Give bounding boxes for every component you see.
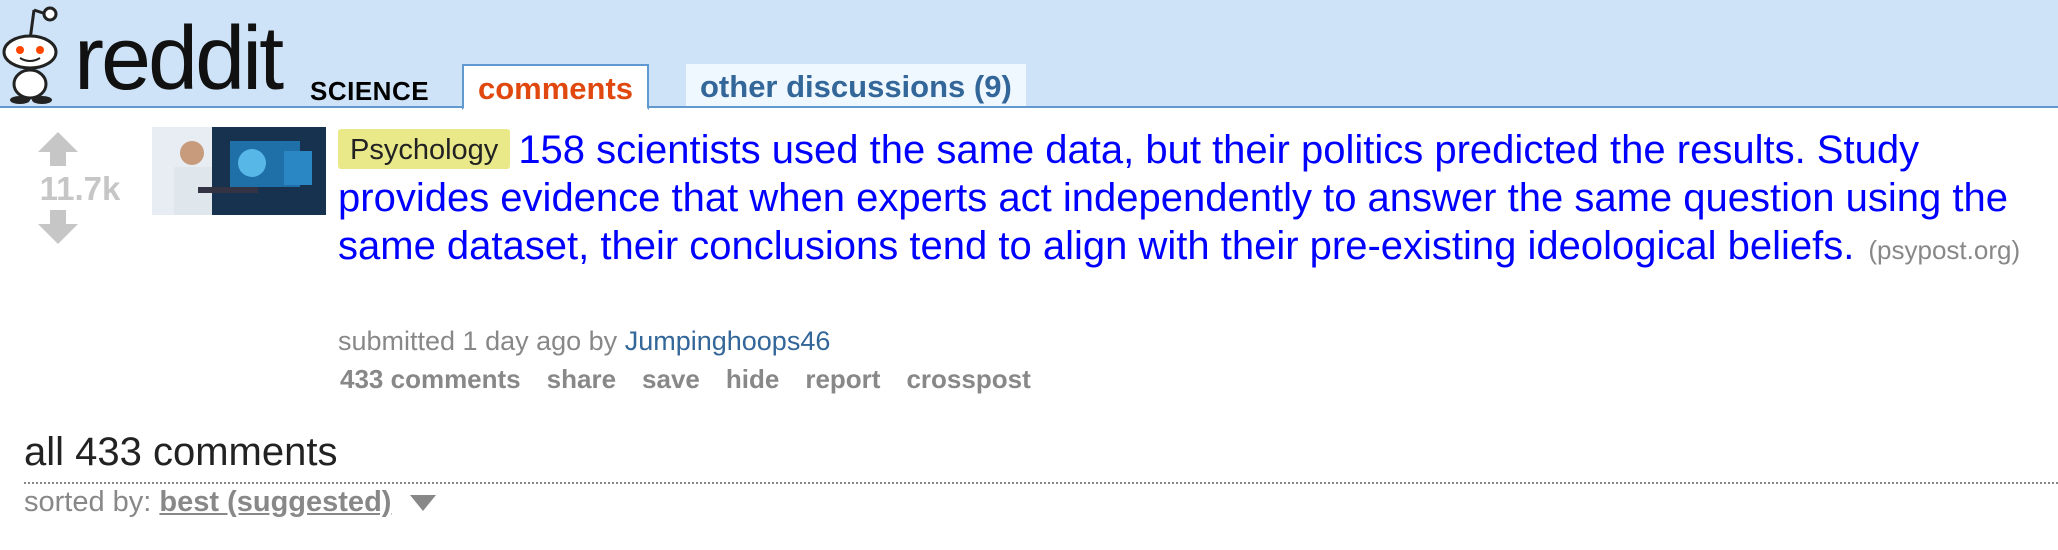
sort-label: sorted by: bbox=[24, 486, 152, 518]
downvote-arrow-icon[interactable] bbox=[38, 210, 78, 244]
subreddit-name[interactable]: SCIENCE bbox=[310, 76, 429, 107]
tab-other-discussions[interactable]: other discussions (9) bbox=[686, 64, 1026, 106]
section-divider bbox=[24, 482, 2058, 484]
thumbnail-image bbox=[152, 127, 326, 215]
sort-dropdown[interactable]: best (suggested) bbox=[159, 486, 391, 518]
post-flair[interactable]: Psychology bbox=[338, 129, 511, 169]
comments-count-heading: all 433 comments bbox=[24, 430, 338, 474]
crosspost-button[interactable]: crosspost bbox=[906, 364, 1030, 395]
reddit-wordmark: reddit bbox=[74, 9, 284, 109]
post-tagline: submitted 1 day ago by Jumpinghoops46 bbox=[338, 326, 830, 357]
share-button[interactable]: share bbox=[547, 364, 616, 395]
post-buttons: 433 comments share save hide report cros… bbox=[340, 364, 1031, 395]
snoo-icon bbox=[2, 6, 58, 104]
comment-sort: sorted by: best (suggested) bbox=[24, 486, 436, 519]
post-title-block: Psychology 158 scientists used the same d… bbox=[338, 126, 2038, 274]
tagline-prefix: submitted 1 day ago by bbox=[338, 326, 618, 356]
report-button[interactable]: report bbox=[805, 364, 880, 395]
post-score: 11.7k bbox=[39, 170, 121, 207]
chevron-down-icon[interactable] bbox=[409, 495, 436, 512]
save-button[interactable]: save bbox=[642, 364, 700, 395]
post-thumbnail[interactable] bbox=[152, 127, 326, 215]
hide-button[interactable]: hide bbox=[726, 364, 779, 395]
upvote-arrow-icon[interactable] bbox=[38, 132, 78, 166]
comments-link[interactable]: 433 comments bbox=[340, 364, 521, 395]
post-author-link[interactable]: Jumpinghoops46 bbox=[625, 326, 831, 356]
post-title-link[interactable]: 158 scientists used the same data, but t… bbox=[338, 128, 2008, 268]
site-header: reddit SCIENCE comments other discussion… bbox=[0, 0, 2058, 110]
tab-comments[interactable]: comments bbox=[462, 64, 650, 110]
post-domain[interactable]: (psypost.org) bbox=[1868, 235, 2020, 265]
